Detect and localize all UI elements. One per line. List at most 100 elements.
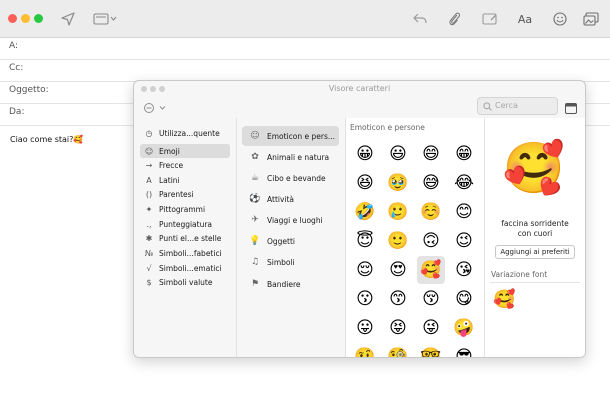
emoji-cell[interactable]: 😛 (351, 314, 379, 342)
emoji-cell[interactable]: 🤣 (351, 198, 379, 226)
format-icon[interactable]: Aa (515, 9, 535, 29)
grid-title: Emoticon e persone (350, 123, 425, 132)
airplane-icon: ✈ (251, 215, 259, 225)
divider (490, 282, 580, 283)
minimize-button[interactable] (21, 14, 30, 23)
group-item-emoji[interactable]: ☺ Emoji (140, 144, 230, 158)
category-label: Simboli (267, 257, 295, 267)
from-label: Da: (9, 107, 25, 117)
to-field[interactable]: A: (0, 37, 610, 60)
emoji-cell[interactable]: 😎 (450, 343, 478, 357)
group-label: Latini (159, 175, 180, 185)
category-symbols[interactable]: ♫ Simboli (242, 252, 339, 272)
parentheses-icon: () (145, 189, 153, 199)
font-variation-emoji[interactable]: 🥰 (493, 289, 515, 310)
emoji-cell[interactable]: 😀 (351, 140, 379, 168)
emoji-cell[interactable]: 😍 (384, 256, 412, 284)
viewer-close-button[interactable] (141, 86, 147, 92)
emoji-cell[interactable]: 😚 (417, 285, 445, 313)
emoji-cell[interactable]: 😝 (384, 314, 412, 342)
close-button[interactable] (8, 14, 17, 23)
group-item-arrows[interactable]: → Frecce (140, 158, 230, 172)
punctuation-icon: ., (146, 219, 152, 229)
latin-letter-icon: A (146, 175, 152, 185)
emoji-cell[interactable]: 😙 (384, 285, 412, 313)
emoji-cell[interactable]: 😌 (351, 256, 379, 284)
emoji-cell[interactable]: 😅 (417, 169, 445, 197)
category-objects[interactable]: 💡 Oggetti (242, 231, 339, 251)
character-groups-list: ◷ Utilizza...quente ☺ Emoji → Frecce A Latin… (134, 118, 237, 357)
reply-icon[interactable] (412, 9, 428, 29)
action-menu-button[interactable] (143, 99, 169, 113)
viewer-zoom-button[interactable] (159, 86, 165, 92)
emoji-cell[interactable]: 🥰 (417, 256, 445, 284)
emoji-cell[interactable]: 😜 (417, 314, 445, 342)
group-item-math-symbols[interactable]: √ Simboli...ematici (140, 261, 230, 275)
emoji-cell[interactable]: 😋 (450, 285, 478, 313)
group-item-letterlike-symbols[interactable]: № Simboli...fabetici (140, 246, 230, 260)
emoji-cell[interactable]: 🙂 (384, 227, 412, 255)
emoji-cell[interactable]: 😆 (351, 169, 379, 197)
group-label: Simboli valute (159, 277, 213, 287)
emoji-cell[interactable]: 🥲 (384, 198, 412, 226)
group-item-latin[interactable]: A Latini (140, 173, 230, 187)
emoji-cell[interactable]: 😗 (351, 285, 379, 313)
emoji-cell[interactable]: 🤨 (351, 343, 379, 357)
emoji-cell[interactable]: ☺️ (417, 198, 445, 226)
group-item-frequently-used[interactable]: ◷ Utilizza...quente (140, 126, 230, 140)
group-label: Parentesi (159, 189, 194, 199)
mail-body[interactable]: Ciao come stai?🥰 (10, 135, 83, 144)
group-label: Punteggiatura (159, 219, 213, 229)
group-item-bullets-stars[interactable]: ✱ Punti el...e stelle (140, 231, 230, 245)
category-travel-places[interactable]: ✈ Viaggi e luoghi (242, 210, 339, 230)
sidebar-toggle-icon[interactable] (565, 99, 577, 114)
character-viewer: Visore caratteri Cerca ◷ Utilizza...quent… (133, 80, 586, 358)
emoji-cell[interactable]: 😉 (450, 227, 478, 255)
square-root-icon: √ (146, 263, 152, 273)
emoji-cell[interactable]: 😇 (351, 227, 379, 255)
header-fields-icon[interactable] (93, 9, 117, 29)
category-activities[interactable]: ⚽ Attività (242, 189, 339, 209)
emoji-categories-list: ☺ Emoticon e pers... ✿ Animali e natura ☕ C… (237, 118, 346, 357)
category-animals-nature[interactable]: ✿ Animali e natura (242, 147, 339, 167)
emoji-preview: 🥰 (502, 138, 566, 197)
emoji-cell[interactable]: 😂 (450, 169, 478, 197)
emoji-cell[interactable]: 🤪 (450, 314, 478, 342)
search-input[interactable]: Cerca (477, 97, 558, 115)
emoji-cell[interactable]: 🤓 (417, 343, 445, 357)
to-label: A: (9, 41, 19, 51)
category-flags[interactable]: ⚑ Bandiere (242, 274, 339, 294)
zoom-button[interactable] (34, 14, 43, 23)
markup-icon[interactable] (481, 9, 499, 29)
send-icon[interactable] (60, 9, 76, 29)
emoji-name-line-1: faccina sorridente (501, 219, 569, 228)
emoji-name: faccina sorridente con cuori (485, 219, 585, 239)
arrow-icon: → (145, 160, 153, 170)
group-item-currency[interactable]: $ Simboli valute (140, 275, 230, 289)
group-item-parentheses[interactable]: () Parentesi (140, 187, 230, 201)
photo-icon[interactable] (582, 9, 600, 29)
cc-label: Cc: (9, 63, 24, 73)
category-label: Viaggi e luoghi (267, 215, 323, 225)
group-item-pictographs[interactable]: ✦ Pittogrammi (140, 202, 230, 216)
emoji-cell[interactable]: 🧐 (384, 343, 412, 357)
category-label: Oggetti (267, 236, 296, 246)
emoji-cell[interactable]: 😃 (384, 140, 412, 168)
smiley-icon: ☺ (250, 131, 260, 141)
cc-field[interactable]: Cc: (0, 59, 610, 82)
attach-icon[interactable] (446, 9, 462, 29)
emoji-cell[interactable]: 😘 (450, 256, 478, 284)
emoji-cell[interactable]: 😊 (450, 198, 478, 226)
emoji-cell[interactable]: 🥹 (384, 169, 412, 197)
viewer-minimize-button[interactable] (150, 86, 156, 92)
emoji-cell[interactable]: 😁 (450, 140, 478, 168)
emoji-cell[interactable]: 😄 (417, 140, 445, 168)
emoji-icon[interactable] (552, 9, 568, 29)
add-to-favorites-button[interactable]: Aggiungi ai preferiti (495, 245, 575, 259)
category-food-drink[interactable]: ☕ Cibo e bevande (242, 168, 339, 188)
emoji-name-line-2: con cuori (517, 229, 553, 238)
category-label: Animali e natura (267, 152, 330, 162)
emoji-cell[interactable]: 🙃 (417, 227, 445, 255)
group-item-punctuation[interactable]: ., Punteggiatura (140, 217, 230, 231)
category-smileys-people[interactable]: ☺ Emoticon e pers... (242, 126, 339, 146)
